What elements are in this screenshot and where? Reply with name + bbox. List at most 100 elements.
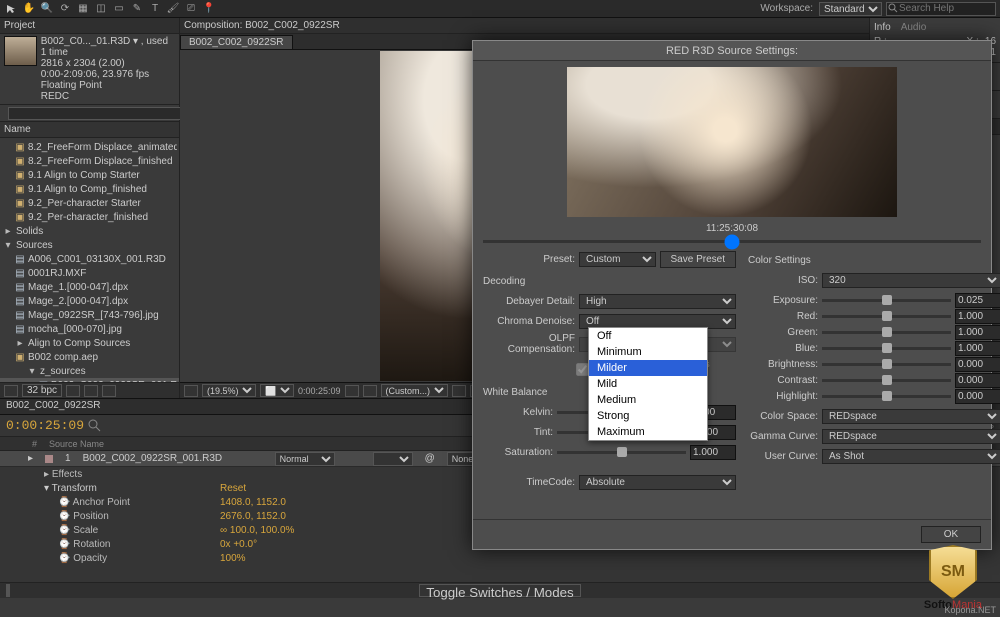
new-comp-icon[interactable] [84,385,98,397]
viewer-time[interactable]: 0:00:25:09 [298,386,341,396]
slider-value[interactable] [955,357,1000,372]
dropdown-option[interactable]: Mild [589,376,707,392]
tree-item[interactable]: ▤Mage_0922SR_[743-796].jpg [0,308,179,322]
brush-tool-icon[interactable]: 🖌 [166,2,180,16]
property-value[interactable]: 2676.0, 1152.0 [220,511,286,522]
tree-item[interactable]: ▣9.2_Per-character_finished [0,210,179,224]
col-index[interactable]: # [26,439,43,449]
slider-input[interactable] [822,315,951,318]
resolution-select[interactable]: (Custom...) [381,384,448,397]
slider-input[interactable] [822,331,951,334]
zoom-select[interactable]: (19.5%) [202,384,256,397]
tree-item[interactable]: ▤mocha_[000-070].jpg [0,322,179,336]
name-column-header[interactable]: Name [0,122,179,138]
slider-input[interactable] [822,363,951,366]
dropdown-option[interactable]: Milder [589,360,707,376]
tl-foot-icon-2[interactable] [8,584,10,597]
tree-item[interactable]: ▣9.1 Align to Comp Starter [0,168,179,182]
audio-tab[interactable]: Audio [901,22,927,33]
slider-value[interactable] [955,293,1000,308]
slider-value[interactable] [955,373,1000,388]
slider-value[interactable] [955,309,1000,324]
parent-pick-icon[interactable]: @ [425,453,435,464]
scrub-slider[interactable] [483,240,981,243]
project-tree[interactable]: ▣8.2_FreeForm Displace_animated▣8.2_Free… [0,138,179,382]
property-row[interactable]: ⌚ Opacity100% [0,551,1000,565]
layer-mode-select[interactable]: Normal [275,452,335,466]
dropdown-option[interactable]: Strong [589,408,707,424]
tree-item[interactable]: ▤Mage_2.[000-047].dpx [0,294,179,308]
current-time[interactable]: 0:00:25:09 [6,418,84,433]
colorspace-select[interactable]: REDspace [822,409,1000,424]
text-tool-icon[interactable]: T [148,2,162,16]
shape-tool-icon[interactable]: ▭ [112,2,126,16]
bpc-button[interactable]: 32 bpc [22,384,62,397]
tree-item[interactable]: ▸Solids [0,224,179,238]
hand-icon[interactable]: ✋ [22,2,36,16]
slider-value[interactable] [955,341,1000,356]
pen-tool-icon[interactable]: ✎ [130,2,144,16]
usercurve-select[interactable]: As Shot [822,449,1000,464]
viewer-tab[interactable]: B002_C002_0922SR [180,35,293,49]
search-icon[interactable] [88,419,102,433]
grid-icon[interactable] [184,385,198,397]
slider-value[interactable] [955,325,1000,340]
tree-item[interactable]: ▣9.1 Align to Comp_finished [0,182,179,196]
puppet-tool-icon[interactable]: 📍 [202,2,216,16]
tree-item[interactable]: ▾z_sources [0,364,179,378]
dropdown-option[interactable]: Off [589,328,707,344]
saturation-slider[interactable] [557,451,686,454]
info-tab[interactable]: Info [874,22,891,33]
tree-item[interactable]: ▤A006_C001_03130X_001.R3D [0,252,179,266]
tree-item[interactable]: ▣8.2_FreeForm Displace_animated [0,140,179,154]
property-value[interactable]: 1408.0, 1152.0 [220,497,286,508]
stamp-tool-icon[interactable]: ⎚ [184,2,198,16]
chroma-denoise-menu[interactable]: OffMinimumMilderMildMediumStrongMaximum [588,327,708,441]
project-search-input[interactable] [8,107,187,120]
slider-input[interactable] [822,379,951,382]
zoom-icon[interactable]: 🔍 [40,2,54,16]
new-folder-icon[interactable] [66,385,80,397]
ok-button[interactable]: OK [921,526,981,543]
trash-icon[interactable] [102,385,116,397]
tree-item[interactable]: ▤Mage_1.[000-047].dpx [0,280,179,294]
dropdown-option[interactable]: Medium [589,392,707,408]
layer-trkmat-select[interactable] [373,452,413,466]
dropdown-option[interactable]: Maximum [589,424,707,440]
tree-item[interactable]: ▸Align to Comp Sources [0,336,179,350]
slider-input[interactable] [822,347,951,350]
res-preset-select[interactable]: ⬜ [260,384,294,397]
rotate-icon[interactable]: ⟳ [58,2,72,16]
tree-item[interactable]: ▾Sources [0,238,179,252]
preset-select[interactable]: Custom [579,252,656,267]
gamma-select[interactable]: REDspace [822,429,1000,444]
saturation-value[interactable] [690,445,736,460]
snapshot-icon[interactable] [345,385,359,397]
channel-icon[interactable] [363,385,377,397]
pan-behind-icon[interactable]: ◫ [94,2,108,16]
tree-item[interactable]: ▣8.2_FreeForm Displace_finished [0,154,179,168]
save-preset-button[interactable]: Save Preset [660,251,736,268]
dropdown-option[interactable]: Minimum [589,344,707,360]
property-value[interactable]: ∞ 100.0, 100.0% [220,525,294,536]
slider-value[interactable] [955,389,1000,404]
tree-item[interactable]: ▣9.2_Per-character Starter [0,196,179,210]
roi-icon[interactable] [452,385,466,397]
camera-tool-icon[interactable]: ▦ [76,2,90,16]
property-value[interactable]: 0x +0.0° [220,539,257,550]
property-value[interactable]: 100% [220,553,246,564]
debayer-select[interactable]: High [579,294,736,309]
timecode-select[interactable]: Absolute [579,475,736,490]
project-tab[interactable]: Project [0,18,179,34]
transform-reset[interactable]: Reset [220,483,246,494]
slider-input[interactable] [822,395,951,398]
workspace-select[interactable]: Standard [819,2,882,16]
slider-input[interactable] [822,299,951,302]
tree-item[interactable]: ▣B002 comp.aep [0,350,179,364]
search-help-input[interactable] [886,2,996,16]
interpret-footage-icon[interactable] [4,385,18,397]
iso-select[interactable]: 320 [822,273,1000,288]
toggle-switches-button[interactable]: Toggle Switches / Modes [419,584,580,597]
tree-item[interactable]: ▤0001RJ.MXF [0,266,179,280]
pointer-icon[interactable] [4,2,18,16]
